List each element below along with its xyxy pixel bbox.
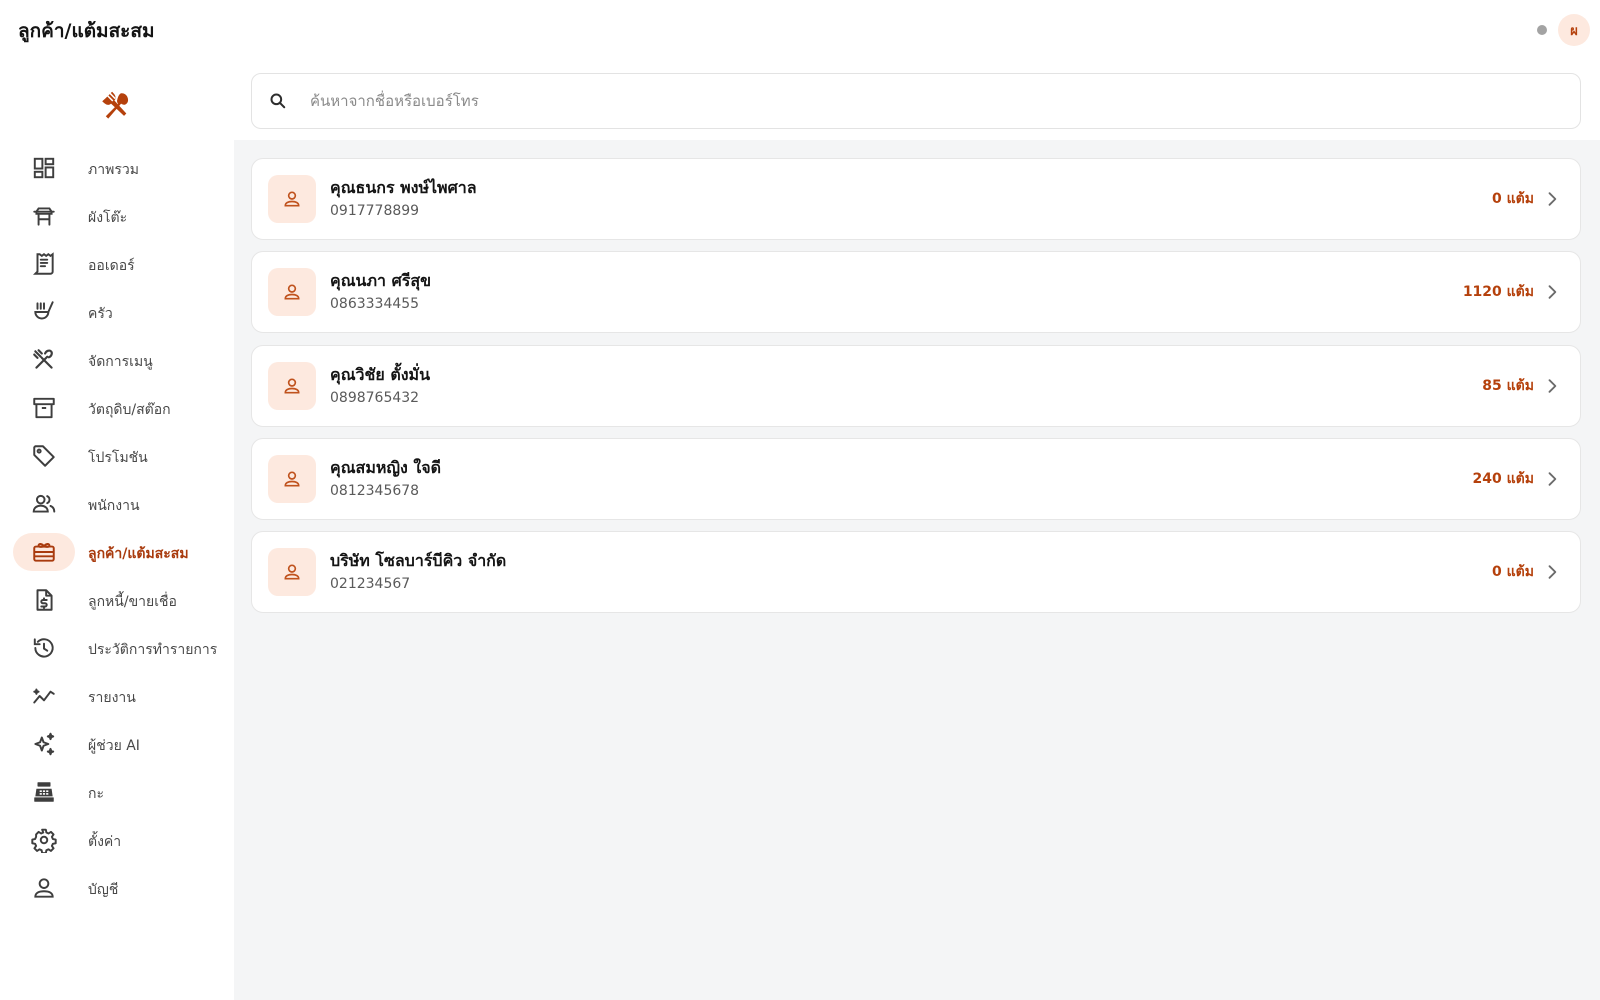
- sparkle-icon: [31, 731, 57, 757]
- customer-name: คุณสมหญิง ใจดี: [330, 457, 441, 477]
- person-icon: [31, 875, 57, 901]
- customer-points: 85 แต้ม: [1482, 377, 1534, 394]
- sidebar-item-history[interactable]: ประวัติการทำรายการ: [13, 629, 223, 667]
- archive-icon: [31, 395, 57, 421]
- sidebar-item-staff[interactable]: พนักงาน: [13, 485, 223, 523]
- customer-name: คุณนภา ศรีสุข: [330, 271, 432, 291]
- person-icon: [268, 548, 316, 597]
- customer-card[interactable]: คุณนภา ศรีสุข 0863334455 1120 แต้ม: [251, 251, 1581, 334]
- sidebar-item-label: ผู้ช่วย AI: [88, 738, 140, 754]
- customer-phone: 0917778899: [330, 203, 420, 219]
- sidebar-item-utensils[interactable]: จัดการเมนู: [13, 341, 223, 379]
- invoice-dollar-icon: [31, 587, 57, 613]
- sidebar-item-label: ประวัติการทำรายการ: [88, 642, 218, 658]
- trend-icon: [31, 683, 57, 709]
- person-icon: [268, 454, 316, 503]
- sidebar-item-trend[interactable]: รายงาน: [13, 677, 223, 715]
- sidebar-item-label: ภาพรวม: [88, 162, 139, 178]
- customer-points: 0 แต้ม: [1492, 564, 1534, 581]
- tag-icon: [31, 443, 57, 469]
- sidebar-item-label: บัญชี: [88, 882, 119, 898]
- sidebar-item-table[interactable]: ผังโต๊ะ: [13, 197, 223, 235]
- sidebar-item-label: โปรโมชัน: [88, 450, 148, 466]
- sidebar-item-label: พนักงาน: [88, 498, 140, 514]
- person-icon: [268, 175, 316, 223]
- utensils-icon: [31, 347, 57, 373]
- sidebar-item-loyalty[interactable]: ลูกค้า/แต้มสะสม: [13, 533, 223, 571]
- customer-card[interactable]: คุณวิชัย ตั้งมั่น 0898765432 85 แต้ม: [251, 344, 1581, 427]
- chevron-right-icon[interactable]: [1542, 282, 1562, 302]
- customer-name: คุณวิชัย ตั้งมั่น: [330, 364, 431, 384]
- history-icon: [31, 635, 57, 661]
- top-bar: ลูกค้า/แต้มสะสม ผ: [0, 0, 1600, 62]
- customer-phone: 021234567: [330, 576, 411, 593]
- chevron-right-icon[interactable]: [1542, 376, 1562, 396]
- sidebar-item-dashboard[interactable]: ภาพรวม: [13, 149, 223, 187]
- sidebar-item-label: ตั้งค่า: [88, 834, 122, 850]
- customer-points: 1120 แต้ม: [1462, 284, 1534, 301]
- customer-points: 240 แต้ม: [1472, 470, 1534, 487]
- sidebar-item-gear[interactable]: ตั้งค่า: [13, 821, 223, 859]
- customer-name: บริษัท โซลบาร์บีคิว จำกัด: [330, 551, 507, 571]
- sidebar-item-label: วัตถุดิบ/สต๊อก: [88, 402, 171, 418]
- customer-card[interactable]: คุณสมหญิง ใจดี 0812345678 240 แต้ม: [251, 437, 1581, 520]
- customer-phone: 0812345678: [330, 482, 420, 499]
- sidebar-item-label: ออเดอร์: [88, 258, 135, 274]
- customer-points: 0 แต้ม: [1492, 191, 1534, 207]
- customer-list: คุณธนกร พงษ์ไพศาล 0917778899 0 แต้ม คุณนภา …: [234, 140, 1600, 1000]
- sidebar-item-receipt[interactable]: ออเดอร์: [13, 245, 223, 283]
- loyalty-icon: [31, 539, 57, 565]
- search-box[interactable]: [251, 73, 1581, 129]
- chevron-right-icon[interactable]: [1542, 469, 1562, 489]
- customer-card[interactable]: คุณธนกร พงษ์ไพศาล 0917778899 0 แต้ม: [251, 158, 1581, 240]
- staff-icon: [31, 491, 57, 517]
- customer-name: คุณธนกร พงษ์ไพศาล: [330, 178, 477, 197]
- cash-register-icon: [31, 779, 57, 805]
- chevron-right-icon[interactable]: [1542, 189, 1562, 209]
- customer-phone: 0898765432: [330, 389, 420, 406]
- sidebar-item-label: ลูกหนี้/ขายเชื่อ: [88, 594, 177, 610]
- receipt-icon: [31, 251, 57, 277]
- sidebar-item-label: ครัว: [88, 306, 113, 322]
- sidebar-item-label: ผังโต๊ะ: [88, 210, 128, 226]
- gear-icon: [31, 827, 57, 853]
- fork-spoon-icon[interactable]: [100, 90, 134, 124]
- user-avatar[interactable]: ผ: [1558, 14, 1590, 46]
- sidebar-item-sparkle[interactable]: ผู้ช่วย AI: [13, 725, 223, 763]
- customer-phone: 0863334455: [330, 296, 420, 313]
- search-area: [234, 62, 1600, 140]
- chevron-right-icon[interactable]: [1542, 562, 1562, 582]
- sidebar-item-label: กะ: [88, 786, 104, 802]
- sidebar-item-label: ลูกค้า/แต้มสะสม: [88, 546, 189, 562]
- person-icon: [268, 361, 316, 410]
- sidebar: ภาพรวมผังโต๊ะออเดอร์ครัวจัดการเมนูวัตถุด…: [0, 62, 234, 1000]
- sidebar-item-label: จัดการเมนู: [88, 354, 153, 370]
- kitchen-icon: [31, 299, 57, 325]
- table-icon: [31, 203, 57, 229]
- dashboard-icon: [31, 155, 57, 181]
- person-icon: [268, 268, 316, 317]
- sidebar-item-archive[interactable]: วัตถุดิบ/สต๊อก: [13, 389, 223, 427]
- sidebar-item-cash-register[interactable]: กะ: [13, 773, 223, 811]
- sidebar-item-invoice-dollar[interactable]: ลูกหนี้/ขายเชื่อ: [13, 581, 223, 619]
- page-title: ลูกค้า/แต้มสะสม: [18, 20, 155, 42]
- sidebar-item-kitchen[interactable]: ครัว: [13, 293, 223, 331]
- customer-card[interactable]: บริษัท โซลบาร์บีคิว จำกัด 021234567 0 แต้ม: [251, 531, 1581, 614]
- status-dot: [1537, 25, 1547, 35]
- sidebar-item-tag[interactable]: โปรโมชัน: [13, 437, 223, 475]
- sidebar-item-person[interactable]: บัญชี: [13, 869, 223, 907]
- search-input[interactable]: [308, 86, 1552, 116]
- sidebar-item-label: รายงาน: [88, 690, 136, 706]
- search-icon: [268, 91, 288, 111]
